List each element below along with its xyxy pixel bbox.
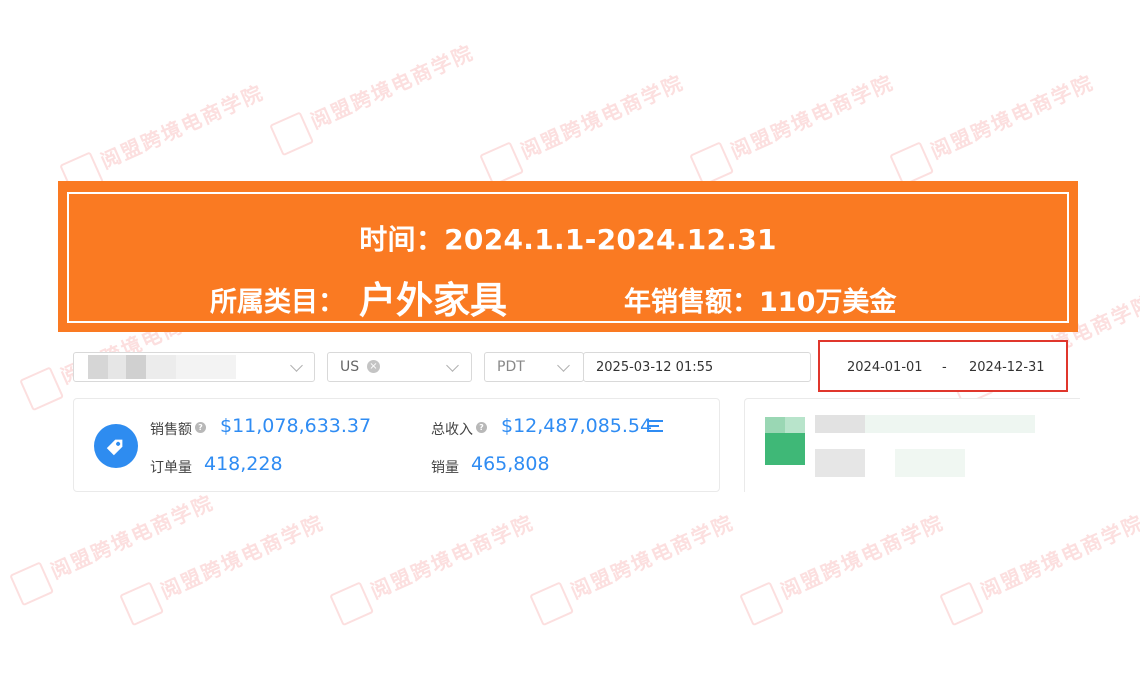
banner-category-value: 户外家具 bbox=[359, 279, 507, 322]
revenue-label: 总收入 bbox=[431, 422, 473, 438]
range-separator: - bbox=[942, 360, 947, 375]
datetime-input[interactable]: 2025-03-12 01:55 bbox=[583, 352, 811, 382]
orders-value: 418,228 bbox=[204, 453, 283, 475]
help-icon[interactable]: ? bbox=[195, 422, 206, 433]
range-end[interactable]: 2024-12-31 bbox=[969, 360, 1045, 375]
datetime-value: 2025-03-12 01:55 bbox=[596, 360, 714, 375]
date-range-picker[interactable]: 2024-01-01 - 2024-12-31 bbox=[818, 340, 1068, 392]
units-value: 465,808 bbox=[471, 453, 550, 475]
blurred-image bbox=[765, 433, 805, 465]
country-select[interactable]: US × bbox=[327, 352, 472, 382]
blurred-image bbox=[765, 417, 785, 433]
revenue-value: $12,487,085.54 bbox=[501, 415, 653, 437]
watermark: 阅盟跨境电商学院 bbox=[118, 510, 327, 631]
watermark: 阅盟跨境电商学院 bbox=[688, 70, 897, 191]
orders-label: 订单量 bbox=[150, 460, 192, 476]
sales-stats-card: 销售额 ? $11,078,633.37 订单量 418,228 总收入 ? $… bbox=[73, 398, 720, 492]
country-value: US bbox=[340, 359, 360, 375]
watermark: 阅盟跨境电商学院 bbox=[8, 490, 217, 611]
tag-icon bbox=[94, 424, 138, 468]
watermark: 阅盟跨境电商学院 bbox=[738, 510, 947, 631]
blurred-text bbox=[815, 415, 865, 433]
watermark: 阅盟跨境电商学院 bbox=[888, 70, 1097, 191]
watermark: 阅盟跨境电商学院 bbox=[528, 510, 737, 631]
watermark: 阅盟跨境电商学院 bbox=[478, 70, 687, 191]
watermark: 阅盟跨境电商学院 bbox=[938, 510, 1140, 631]
units-label: 销量 bbox=[431, 460, 459, 476]
sales-value: $11,078,633.37 bbox=[220, 415, 372, 437]
banner-time: 时间：2024.1.1-2024.12.31 bbox=[359, 223, 777, 256]
chevron-down-icon bbox=[290, 359, 303, 372]
chevron-down-icon bbox=[557, 359, 570, 372]
timezone-select[interactable]: PDT bbox=[484, 352, 584, 382]
menu-icon[interactable] bbox=[647, 420, 663, 434]
store-select[interactable] bbox=[73, 352, 315, 382]
blurred-store-name bbox=[108, 355, 126, 379]
watermark: 阅盟跨境电商学院 bbox=[328, 510, 537, 631]
info-banner: 时间：2024.1.1-2024.12.31 所属类目： 户外家具 年销售额：1… bbox=[58, 181, 1078, 332]
blurred-image bbox=[785, 417, 805, 433]
blurred-store-name bbox=[126, 355, 146, 379]
watermark: 阅盟跨境电商学院 bbox=[268, 40, 477, 161]
blurred-text bbox=[865, 415, 1035, 433]
sales-label: 销售额 bbox=[150, 422, 192, 438]
chevron-down-icon bbox=[446, 359, 459, 372]
range-start[interactable]: 2024-01-01 bbox=[847, 360, 923, 375]
timezone-value: PDT bbox=[497, 359, 525, 375]
blurred-text bbox=[815, 449, 865, 477]
banner-category-label: 所属类目： bbox=[210, 287, 345, 318]
banner-frame: 时间：2024.1.1-2024.12.31 所属类目： 户外家具 年销售额：1… bbox=[67, 192, 1069, 323]
clear-icon[interactable]: × bbox=[367, 360, 380, 373]
blurred-card bbox=[744, 398, 1080, 492]
banner-details: 所属类目： 户外家具 年销售额：110万美金 bbox=[69, 264, 1067, 322]
blurred-text bbox=[895, 449, 965, 477]
blurred-store-name bbox=[176, 355, 236, 379]
banner-annual-sales: 年销售额：110万美金 bbox=[624, 287, 897, 318]
help-icon[interactable]: ? bbox=[476, 422, 487, 433]
blurred-store-name bbox=[146, 355, 176, 379]
blurred-store-name bbox=[88, 355, 108, 379]
